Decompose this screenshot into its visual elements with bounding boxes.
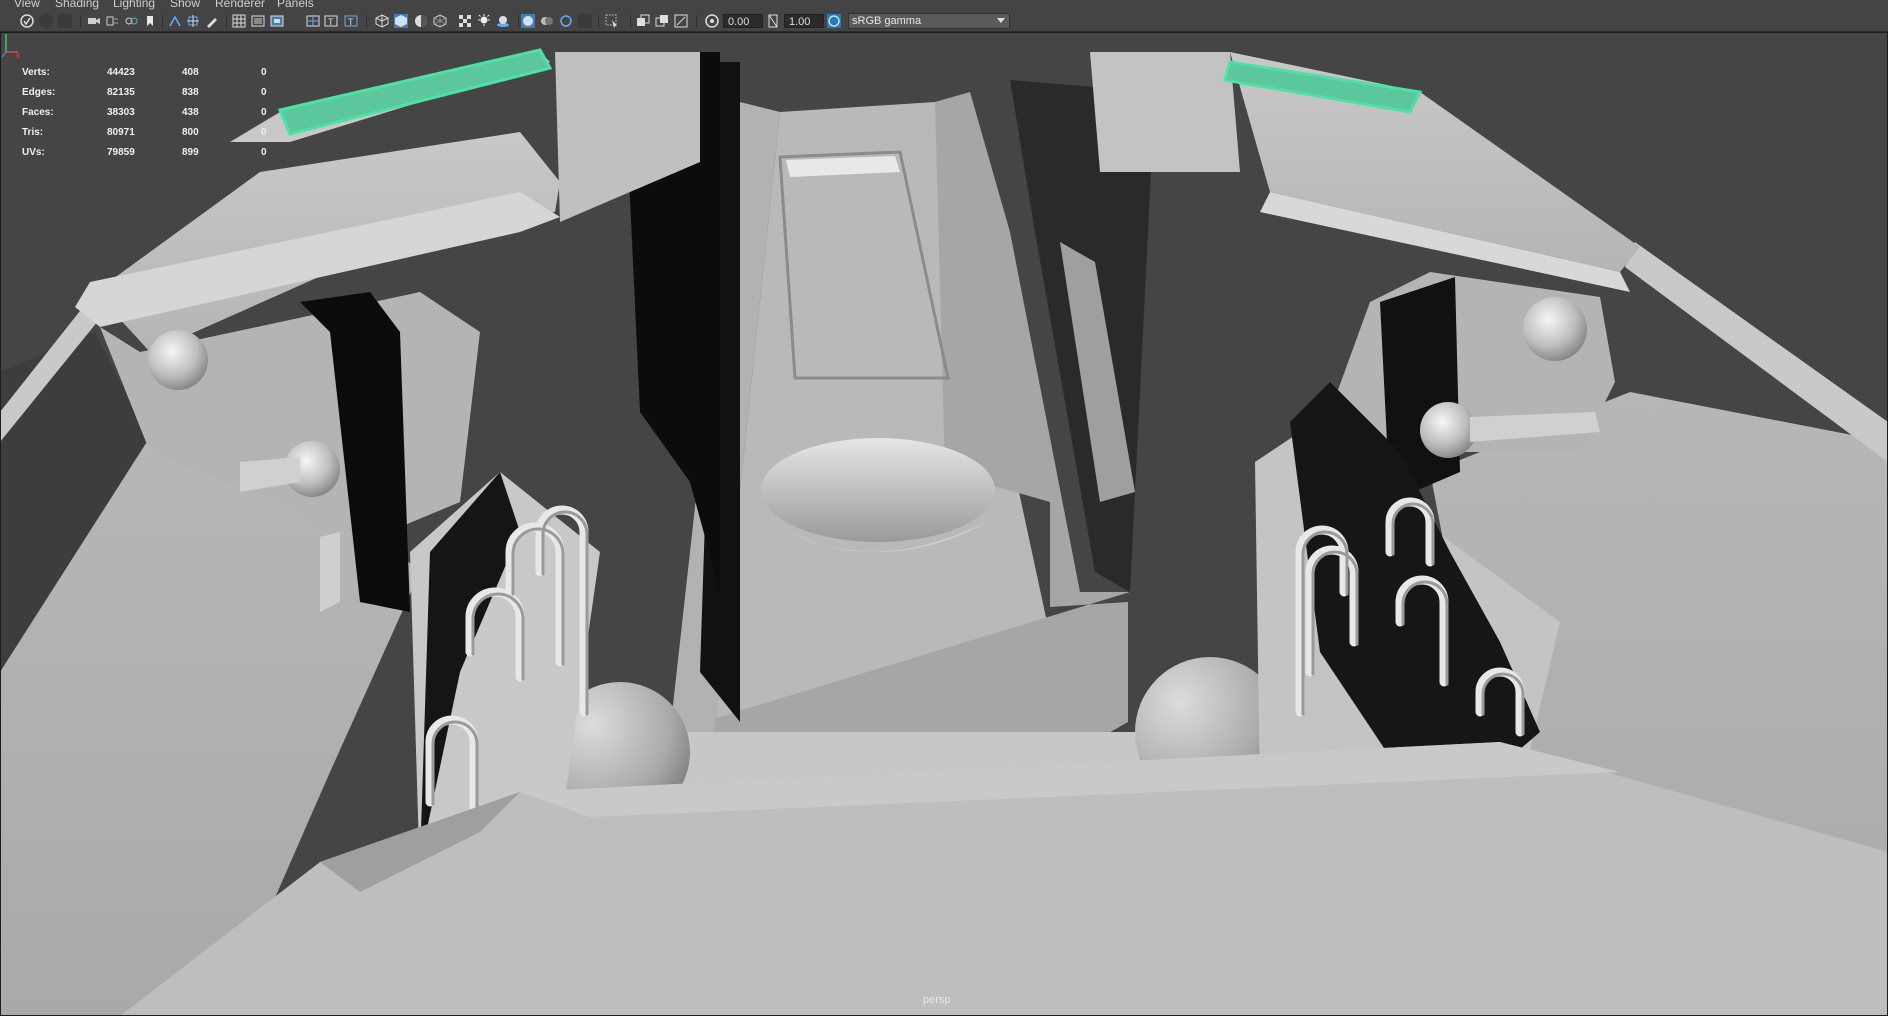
hud-value: 408 [182, 67, 199, 78]
image-plane-icon[interactable] [186, 14, 200, 28]
video-camera-icon[interactable] [87, 14, 101, 28]
backface-icon[interactable] [655, 14, 669, 28]
exposure-icon[interactable] [705, 14, 719, 28]
bookmark-camera-icon[interactable] [105, 14, 119, 28]
chevron-down-icon [997, 18, 1005, 23]
eye-camera-icon[interactable] [124, 14, 138, 28]
menu-bar: View Shading Lighting Show Renderer Pane… [0, 0, 1888, 11]
hud-value: 44423 [107, 67, 135, 78]
grid-icon[interactable] [232, 14, 246, 28]
hud-value: 82135 [107, 87, 135, 98]
safe-title-icon[interactable]: T [324, 14, 338, 28]
hud-label: UVs: [22, 147, 45, 158]
move-tool-icon[interactable] [168, 14, 182, 28]
menu-renderer[interactable]: Renderer [215, 0, 265, 10]
default-material-icon[interactable] [414, 14, 428, 28]
wireframe-icon[interactable] [375, 14, 389, 28]
toolbar-divider [630, 15, 631, 28]
poly-count-hud: Verts: 44423 408 0 Edges: 82135 838 0 Fa… [22, 67, 282, 167]
panel-toolbar: T T 0.00 1.00 sRGB gamma [0, 11, 1888, 32]
toolbar-divider [696, 15, 697, 28]
hud-value: 0 [261, 107, 267, 118]
shadows-icon[interactable] [496, 14, 510, 28]
hud-value: 800 [182, 127, 199, 138]
hud-label: Verts: [22, 67, 50, 78]
hud-value: 838 [182, 87, 199, 98]
color-management-icon[interactable] [827, 14, 841, 28]
toolbar-divider [598, 15, 599, 28]
field-chart-icon[interactable]: T [344, 14, 358, 28]
toolbar-divider [518, 15, 519, 28]
hud-value: 79859 [107, 147, 135, 158]
right-joint-sphere [1420, 402, 1476, 458]
right-sphere [1523, 297, 1587, 361]
hud-value: 0 [261, 67, 267, 78]
hud-label: Faces: [22, 107, 54, 118]
menu-panels[interactable]: Panels [277, 0, 314, 10]
toolbar-divider [162, 15, 163, 28]
view-axis-icon: x [1, 34, 20, 60]
smooth-shade-icon[interactable] [394, 14, 408, 28]
xray-icon[interactable] [540, 14, 554, 28]
xray-components-icon[interactable] [578, 14, 592, 28]
lights-icon[interactable] [477, 14, 491, 28]
menu-shading[interactable]: Shading [55, 0, 99, 10]
hud-row-verts: Verts: 44423 408 0 [22, 67, 282, 87]
safe-action-icon[interactable] [306, 14, 320, 28]
menu-show[interactable]: Show [170, 0, 200, 10]
exposure-field[interactable]: 0.00 [723, 14, 763, 28]
textured-icon[interactable] [433, 14, 447, 28]
hud-value: 38303 [107, 107, 135, 118]
lock-camera-icon[interactable] [39, 14, 53, 28]
svg-text:T: T [348, 17, 354, 27]
resolution-gate-icon[interactable] [270, 14, 284, 28]
hud-row-faces: Faces: 38303 438 0 [22, 107, 282, 127]
gamma-toggle-icon[interactable] [766, 14, 780, 28]
hud-value: 899 [182, 147, 199, 158]
xray-joints-icon[interactable] [559, 14, 573, 28]
view-transform-dropdown[interactable]: sRGB gamma [848, 13, 1010, 29]
left-sphere [148, 330, 208, 390]
svg-text:x: x [16, 51, 20, 60]
hud-row-edges: Edges: 82135 838 0 [22, 87, 282, 107]
right-pod-upper [1090, 52, 1240, 172]
bookmark-icon[interactable] [143, 14, 157, 28]
film-gate-icon[interactable] [251, 14, 265, 28]
menu-view[interactable]: View [14, 0, 40, 10]
hud-value: 438 [182, 107, 199, 118]
view-transform-value: sRGB gamma [852, 15, 922, 27]
select-filter-icon[interactable] [605, 14, 619, 28]
toolbar-divider [80, 15, 81, 28]
beam-hole [761, 438, 995, 542]
hud-row-tris: Tris: 80971 800 0 [22, 127, 282, 147]
svg-text:T: T [328, 17, 334, 27]
menu-lighting[interactable]: Lighting [113, 0, 155, 10]
scene-render [0, 32, 1888, 1016]
camera-name-label: persp [923, 994, 951, 1006]
ssao-icon[interactable] [674, 14, 688, 28]
select-camera-icon[interactable] [20, 14, 34, 28]
two-sided-icon[interactable] [636, 14, 650, 28]
hud-row-uvs: UVs: 79859 899 0 [22, 147, 282, 167]
hud-value: 0 [261, 147, 267, 158]
hud-value: 0 [261, 127, 267, 138]
hud-value: 0 [261, 87, 267, 98]
checker-icon[interactable] [458, 14, 472, 28]
hud-value: 80971 [107, 127, 135, 138]
hud-label: Edges: [22, 87, 56, 98]
persp-viewport[interactable]: Verts: 44423 408 0 Edges: 82135 838 0 Fa… [0, 32, 1888, 1016]
camera-attributes-icon[interactable] [58, 14, 72, 28]
hud-label: Tris: [22, 127, 44, 138]
toolbar-divider [226, 15, 227, 28]
gamma-field[interactable]: 1.00 [784, 14, 824, 28]
toolbar-divider [366, 15, 367, 28]
left-joint-post [320, 532, 340, 612]
isolate-icon[interactable] [521, 14, 535, 28]
paint-icon[interactable] [205, 14, 219, 28]
